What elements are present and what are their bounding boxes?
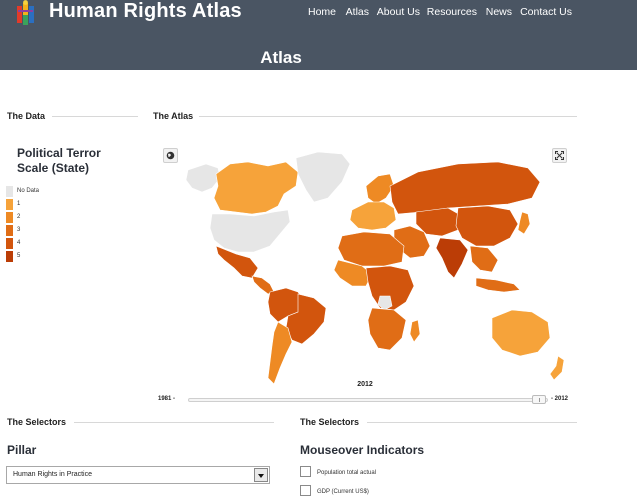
site-title[interactable]: Human Rights Atlas: [49, 0, 242, 23]
map-region-india[interactable]: [435, 237, 469, 279]
legend-label-1: 1: [17, 201, 21, 207]
site-header: Human Rights Atlas Home Atlas About Us R…: [0, 0, 637, 70]
current-year-label: 2012: [357, 381, 373, 388]
map-region-southeast-asia[interactable]: [469, 245, 499, 273]
indicator-population-label: Population total actual: [317, 470, 377, 476]
nav-atlas[interactable]: Atlas: [346, 6, 369, 18]
map-region-madagascar[interactable]: [409, 319, 421, 343]
legend-label-2: 2: [17, 214, 21, 220]
map-region-greenland[interactable]: [295, 151, 351, 203]
map-region-south-america-south[interactable]: [267, 321, 293, 385]
nav-about-us[interactable]: About Us: [377, 6, 420, 18]
section-atlas-divider: [199, 116, 577, 117]
globe-button[interactable]: [163, 148, 178, 163]
fullscreen-button[interactable]: [552, 148, 567, 163]
legend-swatch-no-data: [6, 186, 13, 197]
nav-news[interactable]: News: [486, 6, 512, 18]
colorful-figure-logo-icon[interactable]: [14, 0, 46, 26]
section-data-heading: The Data: [7, 111, 46, 121]
world-map[interactable]: [158, 142, 578, 390]
year-slider-handle[interactable]: [532, 395, 546, 404]
map-region-central-america[interactable]: [251, 275, 275, 295]
section-data-divider: [52, 116, 138, 117]
pillar-select-value: Human Rights in Practice: [13, 471, 92, 478]
legend-title: Political Terror Scale (State): [17, 146, 101, 175]
page-title: Atlas: [260, 48, 302, 67]
map-region-southern-africa[interactable]: [367, 307, 407, 351]
map-region-japan[interactable]: [517, 211, 531, 235]
nav-home[interactable]: Home: [308, 6, 336, 18]
map-region-new-zealand[interactable]: [549, 355, 565, 381]
legend-swatch-3: [6, 225, 13, 236]
selectors-right-heading: The Selectors: [300, 417, 360, 427]
chevron-down-icon[interactable]: [254, 468, 268, 482]
map-region-australia[interactable]: [491, 309, 551, 357]
selectors-right-divider: [367, 422, 577, 423]
indicator-gdp-label: GDP (Current US$): [317, 489, 369, 495]
globe-icon: [166, 151, 175, 160]
map-region-russia[interactable]: [389, 161, 541, 215]
legend-label-3: 3: [17, 227, 21, 233]
legend-label-no-data: No Data: [17, 188, 40, 194]
legend-label-4: 4: [17, 240, 21, 246]
world-map-svg[interactable]: [158, 142, 578, 390]
timeline-end-label: - 2012: [551, 396, 569, 402]
map-region-canada[interactable]: [213, 161, 299, 215]
year-slider-track[interactable]: [188, 398, 548, 402]
section-atlas-heading: The Atlas: [153, 111, 194, 121]
legend-swatch-5: [6, 251, 13, 262]
map-region-europe-west[interactable]: [349, 201, 397, 231]
pillar-select[interactable]: Human Rights in Practice: [6, 466, 270, 484]
map-region-alaska[interactable]: [185, 163, 221, 193]
legend-label-5: 5: [17, 253, 21, 259]
mouseover-heading: Mouseover Indicators: [300, 443, 425, 457]
fullscreen-icon: [555, 151, 564, 160]
indicator-gdp-checkbox[interactable]: [300, 485, 311, 496]
map-region-china[interactable]: [455, 205, 519, 247]
nav-contact-us[interactable]: Contact Us: [520, 6, 572, 18]
selectors-left-heading: The Selectors: [7, 417, 67, 427]
map-region-united-states[interactable]: [209, 209, 291, 253]
legend-swatch-1: [6, 199, 13, 210]
map-region-indonesia[interactable]: [475, 277, 521, 293]
pillar-heading: Pillar: [7, 443, 37, 457]
selectors-left-divider: [74, 422, 274, 423]
legend-swatch-4: [6, 238, 13, 249]
timeline-start-label: 1981 -: [158, 396, 176, 402]
nav-resources[interactable]: Resources: [427, 6, 477, 18]
legend-swatch-2: [6, 212, 13, 223]
indicator-population-checkbox[interactable]: [300, 466, 311, 477]
map-region-scandinavia[interactable]: [365, 173, 395, 205]
